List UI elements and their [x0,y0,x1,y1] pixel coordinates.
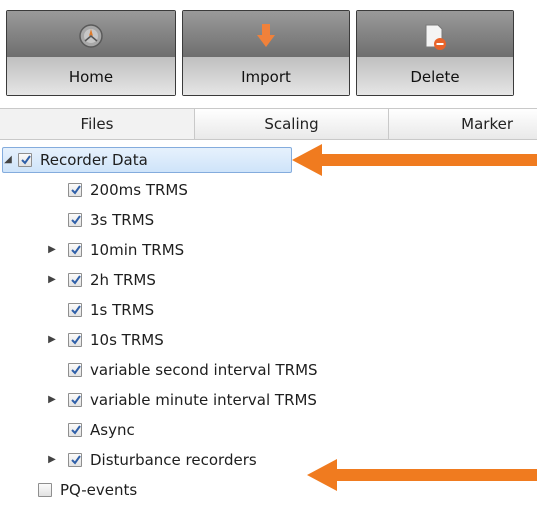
checkbox-recorder-data[interactable] [18,153,32,167]
checkbox[interactable] [68,333,82,347]
tree-item-2h-trms[interactable]: ▶ 2h TRMS [0,265,537,295]
expand-triangle-icon[interactable]: ▶ [46,235,58,265]
checkbox[interactable] [68,453,82,467]
checkbox[interactable] [68,273,82,287]
home-button[interactable]: Home [6,10,176,96]
checkbox-pq-events[interactable] [38,483,52,497]
checkmark-icon [71,245,81,255]
tree-item-3s-trms[interactable]: 3s TRMS [0,205,537,235]
checkmark-icon [71,335,81,345]
collapse-triangle-icon[interactable]: ◢ [2,145,14,175]
tree-item-label: variable minute interval TRMS [90,391,317,409]
checkbox[interactable] [68,423,82,437]
tree-item-label: 3s TRMS [90,211,155,229]
checkbox[interactable] [68,213,82,227]
home-icon [79,24,103,48]
import-arrow-icon [257,24,275,47]
delete-button[interactable]: Delete [356,10,514,96]
tab-files[interactable]: Files [0,109,194,139]
home-label: Home [68,68,114,86]
checkmark-icon [71,185,81,195]
toolbar: Home Import Delete [0,0,537,100]
checkbox[interactable] [68,363,82,377]
expand-triangle-icon[interactable]: ▶ [46,265,58,295]
tree-item-label: 10s TRMS [90,331,164,349]
checkmark-icon [71,275,81,285]
tree-item-10min-trms[interactable]: ▶ 10min TRMS [0,235,537,265]
checkmark-icon [21,155,31,165]
tree-item-async[interactable]: Async [0,415,537,445]
tree-item-label: Async [90,421,135,439]
checkbox[interactable] [68,243,82,257]
tree-item-10s-trms[interactable]: ▶ 10s TRMS [0,325,537,355]
checkmark-icon [71,455,81,465]
import-label: Import [241,68,291,86]
tree-item-label: Disturbance recorders [90,451,257,469]
tree-item-label: 200ms TRMS [90,181,188,199]
checkmark-icon [71,215,81,225]
checkmark-icon [71,395,81,405]
delete-document-icon [425,24,446,50]
tree-item-label: variable second interval TRMS [90,361,318,379]
checkbox[interactable] [68,183,82,197]
annotation-arrow-icon [292,144,537,176]
checkmark-icon [71,305,81,315]
expand-triangle-icon[interactable]: ▶ [46,445,58,475]
tree-item-label: 10min TRMS [90,241,185,259]
tab-marker[interactable]: Marker [388,109,537,139]
annotation-arrow-icon [307,459,537,491]
checkbox[interactable] [68,393,82,407]
expand-triangle-icon[interactable]: ▶ [46,385,58,415]
tab-scaling[interactable]: Scaling [194,109,388,139]
tree-item-label: Recorder Data [40,151,148,169]
checkbox[interactable] [68,303,82,317]
checkmark-icon [71,425,81,435]
tree-item-label: 2h TRMS [90,271,156,289]
tree-item-1s-trms[interactable]: 1s TRMS [0,295,537,325]
tree-item-label: PQ-events [60,481,138,499]
checkmark-icon [71,365,81,375]
tree-item-variable-minute-interval-trms[interactable]: ▶ variable minute interval TRMS [0,385,537,415]
tree-item-variable-second-interval-trms[interactable]: variable second interval TRMS [0,355,537,385]
tree-item-label: 1s TRMS [90,301,155,319]
expand-triangle-icon[interactable]: ▶ [46,325,58,355]
tab-bar: Files Scaling Marker [0,108,537,140]
delete-label: Delete [410,68,460,86]
import-button[interactable]: Import [182,10,350,96]
